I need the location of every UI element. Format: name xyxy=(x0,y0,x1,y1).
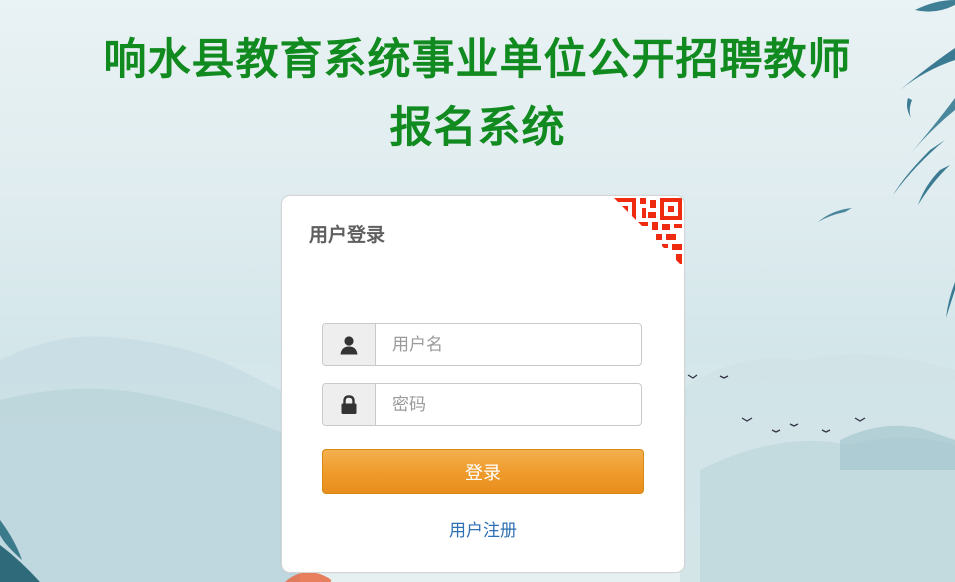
page-title-line1: 响水县教育系统事业单位公开招聘教师 xyxy=(103,35,852,85)
password-input[interactable] xyxy=(376,384,641,425)
qr-code-icon[interactable] xyxy=(612,196,684,268)
login-button[interactable]: 登录 xyxy=(322,449,644,494)
username-input[interactable] xyxy=(376,324,641,365)
page-title-line2: 报名系统 xyxy=(389,103,566,153)
user-icon xyxy=(340,335,358,354)
login-panel-title: 用户登录 xyxy=(309,224,386,246)
password-field xyxy=(322,383,642,426)
username-field xyxy=(322,323,642,366)
login-panel: 用户登录 用户名 登录 用户注册 xyxy=(281,195,685,573)
username-addon xyxy=(323,324,376,365)
register-link[interactable]: 用户注册 xyxy=(282,516,684,541)
password-addon xyxy=(323,384,376,425)
lock-icon xyxy=(341,394,357,414)
